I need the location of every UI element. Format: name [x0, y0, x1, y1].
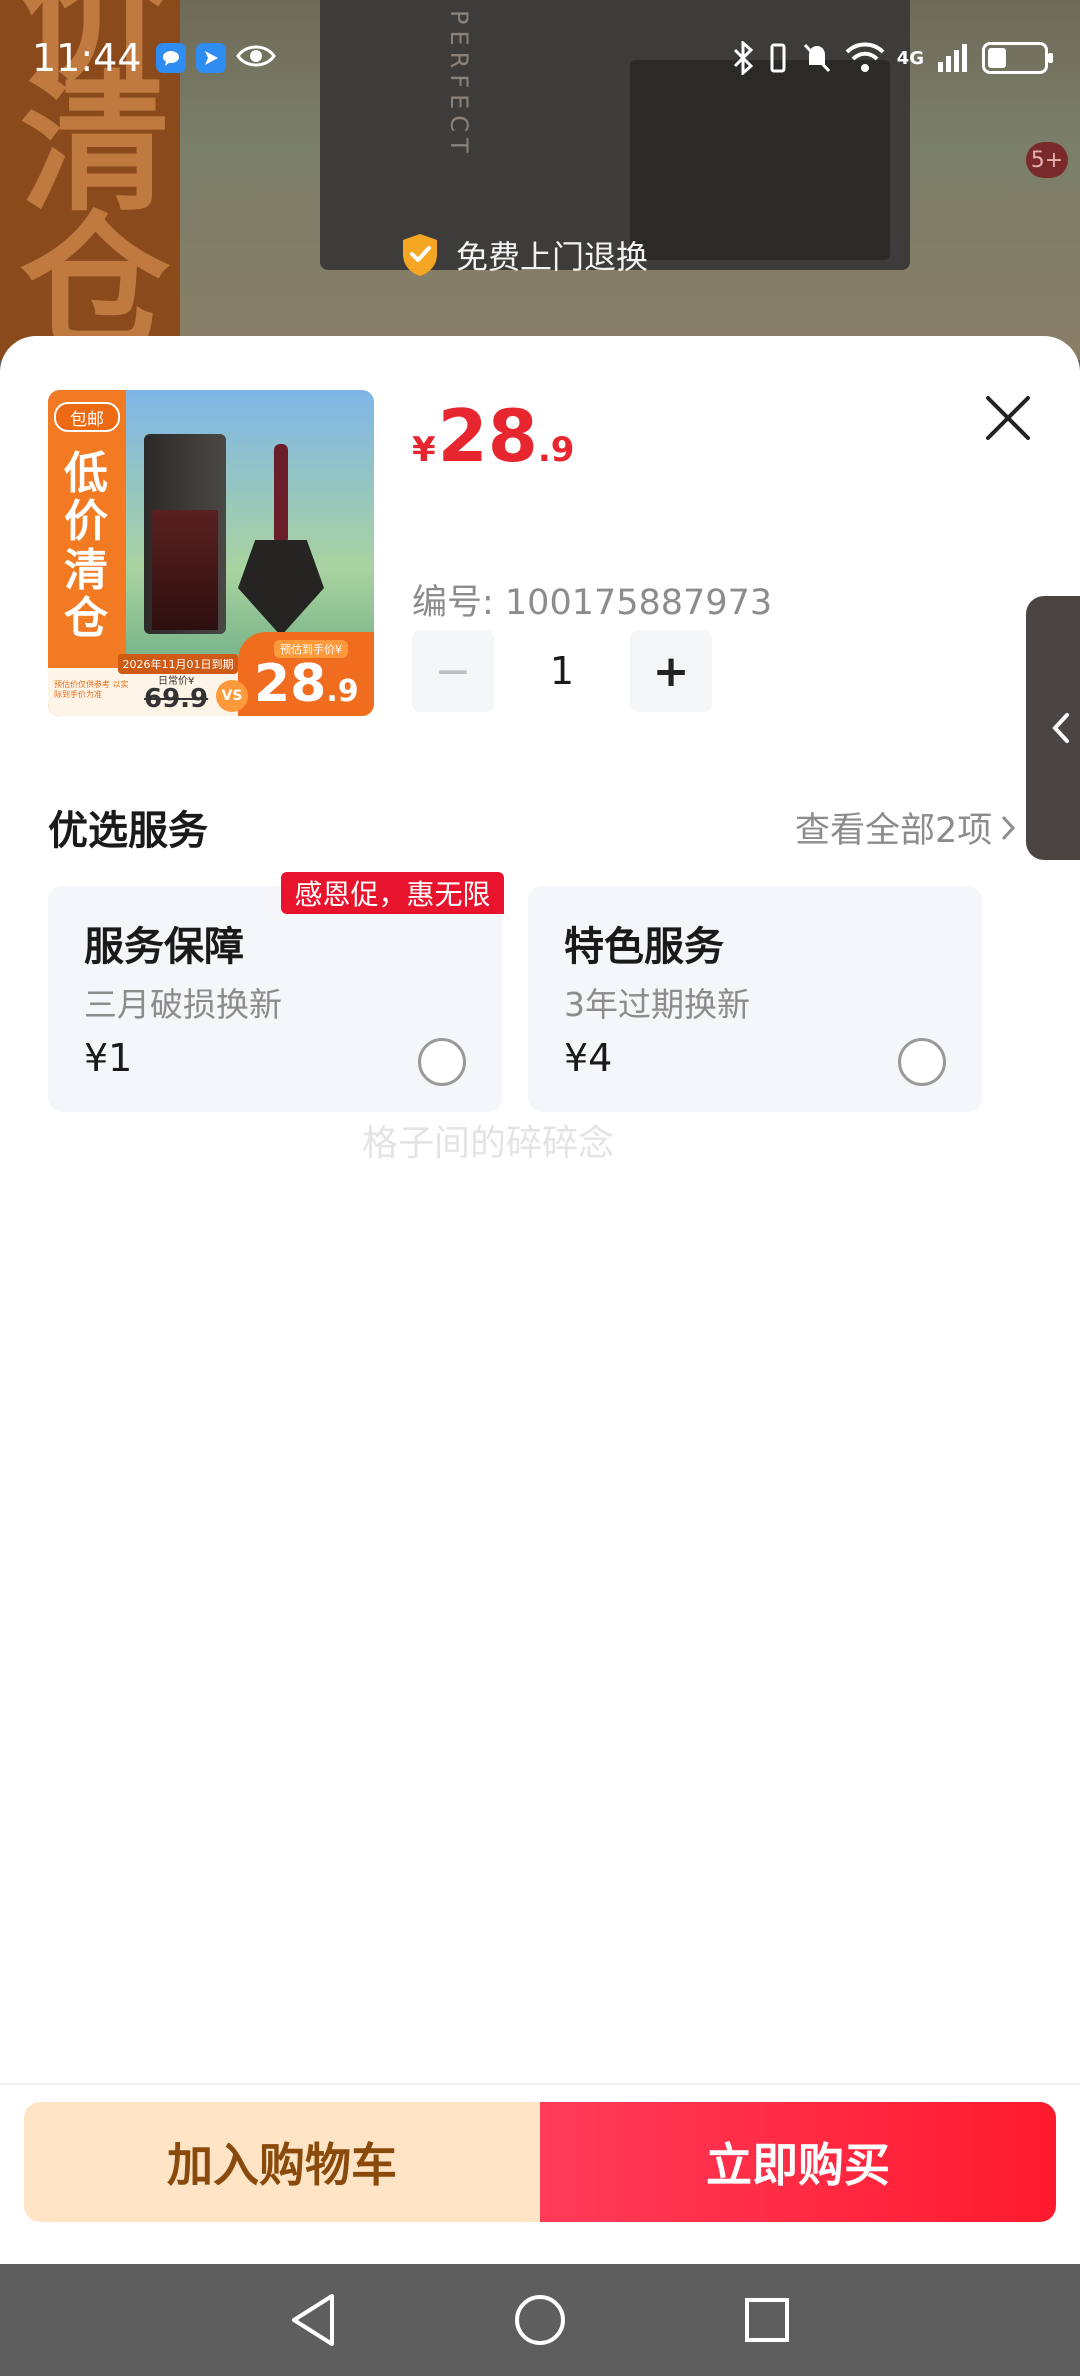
signal-icon	[938, 44, 967, 72]
product-thumbnail[interactable]: 包邮 低价清仓 2026年11月01日到期 预估价仅供参考 以实际到手价为准 日…	[48, 390, 374, 716]
thumb-big-price: 28.9	[254, 654, 359, 714]
add-to-cart-button[interactable]: 加入购物车	[24, 2102, 540, 2222]
service-price: ¥1	[84, 1036, 133, 1080]
message-icon	[155, 43, 186, 73]
thumb-promo-text: 低价清仓	[64, 448, 108, 645]
eye-icon	[235, 43, 276, 73]
price-decimal: .9	[537, 430, 575, 470]
image-count-badge: 5+	[1026, 142, 1068, 178]
chevron-right-icon	[1002, 815, 1016, 840]
mute-bell-icon	[803, 43, 830, 73]
vs-badge: VS	[216, 680, 248, 712]
sku-selector-sheet: 包邮 低价清仓 2026年11月01日到期 预估价仅供参考 以实际到手价为准 日…	[0, 336, 1080, 2264]
home-button[interactable]	[510, 2290, 570, 2350]
vibrate-icon	[770, 43, 786, 73]
service-card-special[interactable]: 特色服务 3年过期换新 ¥4	[528, 886, 982, 1112]
side-drawer-tab[interactable]	[1026, 596, 1080, 860]
bluetooth-icon	[733, 41, 753, 75]
service-price: ¥4	[564, 1036, 613, 1080]
price-integer: 28	[437, 394, 538, 478]
view-all-services-link[interactable]: 查看全部2项	[795, 802, 1016, 853]
buy-now-button[interactable]: 立即购买	[540, 2102, 1056, 2222]
service-name: 特色服务	[564, 924, 724, 970]
battery-icon	[982, 42, 1053, 74]
price-note: 预估价仅供参考 以实际到手价为准	[54, 680, 129, 699]
lip-gloss-wand	[274, 444, 288, 544]
service-card-protection[interactable]: 服务保障 三月破损换新 ¥1	[48, 886, 502, 1112]
close-icon[interactable]	[980, 390, 1036, 446]
service-radio[interactable]	[898, 1038, 946, 1086]
daily-price: 69.9	[144, 684, 209, 714]
free-shipping-tag: 包邮	[54, 402, 120, 432]
shield-check-icon	[403, 234, 437, 276]
quantity-increase-button[interactable]: +	[630, 630, 712, 712]
back-triangle-icon	[292, 2294, 335, 2346]
price-currency: ¥	[412, 430, 436, 470]
chevron-left-icon	[1052, 713, 1069, 743]
free-return-text: 免费上门退换	[456, 238, 649, 276]
quantity-value[interactable]: 1	[530, 630, 594, 712]
wifi-icon	[845, 42, 885, 72]
services-title: 优选服务	[48, 808, 208, 854]
product-price: ¥ 28 .9	[412, 400, 574, 472]
lip-gloss-liquid	[152, 510, 218, 630]
status-app-icons	[155, 43, 276, 73]
recents-square-icon	[744, 2298, 789, 2342]
home-circle-icon	[514, 2295, 565, 2345]
network-type: 4G	[896, 47, 924, 69]
system-navigation-bar	[0, 2264, 1080, 2376]
watermark: 格子间的碎碎念	[362, 1123, 615, 1164]
service-radio[interactable]	[418, 1038, 466, 1086]
lip-gloss-cap	[238, 540, 324, 636]
location-icon	[195, 43, 226, 73]
free-return-banner: 免费上门退换	[400, 232, 648, 278]
expiry-date: 2026年11月01日到期	[118, 654, 238, 674]
view-all-services-label: 查看全部2项	[795, 811, 993, 851]
recents-button[interactable]	[737, 2290, 797, 2350]
quantity-decrease-button[interactable]: −	[412, 630, 494, 712]
promo-tag: 感恩促，惠无限	[281, 872, 504, 914]
service-description: 3年过期换新	[564, 985, 750, 1024]
bottom-divider	[0, 2083, 1080, 2085]
status-time: 11:44	[32, 36, 142, 80]
back-button[interactable]	[283, 2290, 343, 2350]
product-sku: 编号: 100175887973	[412, 583, 773, 623]
service-name: 服务保障	[84, 924, 244, 970]
status-system-icons: 4G	[731, 41, 1053, 75]
service-description: 三月破损换新	[84, 985, 282, 1024]
status-bar: 11:44 4G	[0, 0, 1080, 116]
